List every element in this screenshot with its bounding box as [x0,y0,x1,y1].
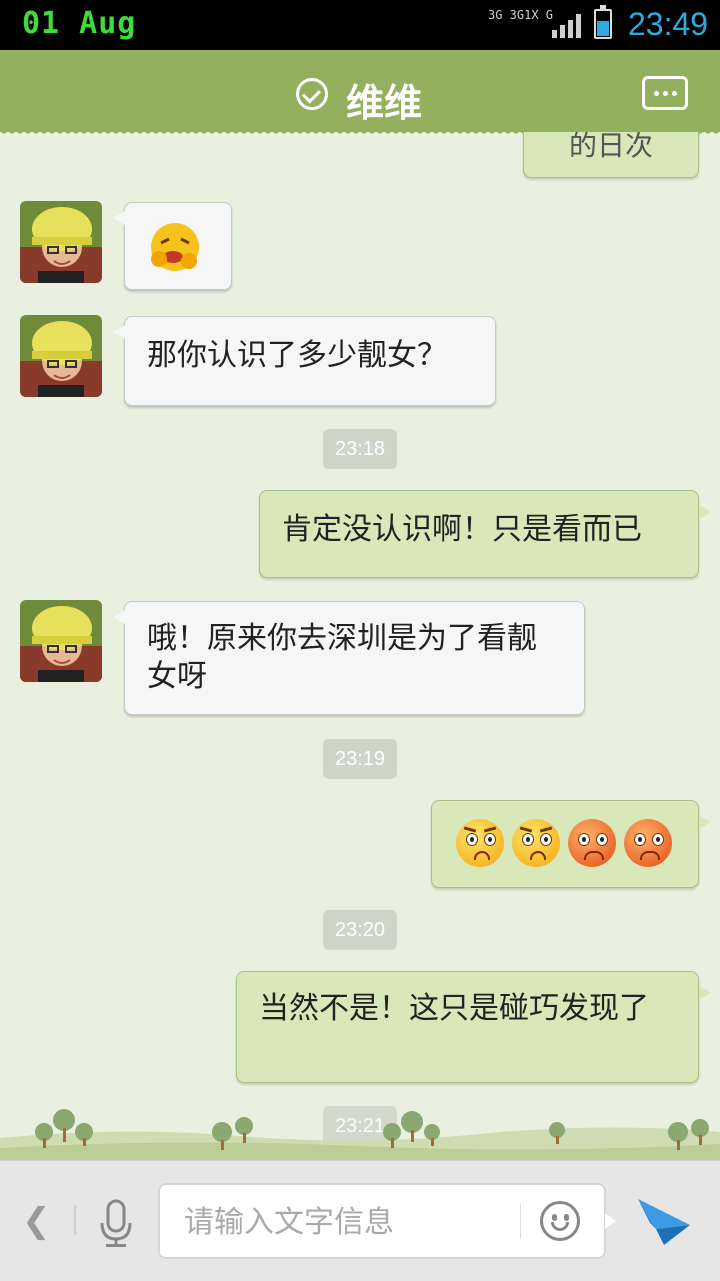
angry-red-emoji-icon [624,819,672,867]
chevron-left-icon[interactable]: ❮ [22,1201,52,1241]
timestamp: 23:18 [323,429,397,469]
message-bubble-incoming[interactable]: 哦！原来你去深圳是为了看靓女呀 [113,601,585,715]
timestamp: 23:19 [323,739,397,779]
message-bubble-incoming[interactable]: 那你认识了多少靓女？ [113,316,496,406]
contact-name[interactable]: 维维 [346,72,422,127]
divider [74,1205,76,1235]
timestamp: 23:20 [323,910,397,950]
input-bar: ❮ [0,1160,720,1281]
send-icon[interactable] [636,1195,692,1249]
message-text: 当然不是！这只是碰巧发现了 [259,991,649,1026]
status-time: 23:49 [628,6,709,42]
message-bubble-outgoing[interactable] [431,800,711,888]
message-list[interactable]: 的日次 那你认识了多少靓女？ 23:18 肯定没认识啊！只是看而已 哦！原来你去… [0,132,720,1160]
signal-icon [552,14,584,38]
glaring-emoji-icon [512,819,560,867]
avatar[interactable] [20,600,102,682]
battery-icon [594,5,612,39]
message-bubble-incoming[interactable] [113,202,232,290]
verified-check-icon [296,78,328,110]
message-input-box [158,1183,616,1259]
message-text: 肯定没认识啊！只是看而已 [282,512,642,547]
avatar[interactable] [20,201,102,283]
angry-red-emoji-icon [568,819,616,867]
landscape-decoration [0,1109,720,1160]
microphone-icon[interactable] [98,1199,134,1249]
message-bubble-outgoing[interactable]: 肯定没认识啊！只是看而已 [259,490,711,578]
message-text: 的日次 [568,132,653,162]
message-text: 那你认识了多少靓女？ [147,338,447,373]
emoji-picker-icon[interactable] [540,1201,580,1241]
more-menu-button[interactable] [642,76,688,110]
status-bar: 01 Aug 3G 3G1X G 23:49 [0,0,720,50]
avatar[interactable] [20,315,102,397]
laughing-emoji-icon [151,223,199,271]
status-date: 01 Aug [22,6,137,41]
message-text: 哦！原来你去深圳是为了看靓女呀 [147,621,537,694]
chat-header: 维维 [0,50,720,138]
message-input[interactable] [182,1199,506,1245]
divider [520,1203,521,1239]
message-bubble-outgoing[interactable]: 当然不是！这只是碰巧发现了 [236,971,711,1083]
message-bubble-outgoing[interactable]: 的日次 [523,132,699,178]
glaring-emoji-icon [456,819,504,867]
